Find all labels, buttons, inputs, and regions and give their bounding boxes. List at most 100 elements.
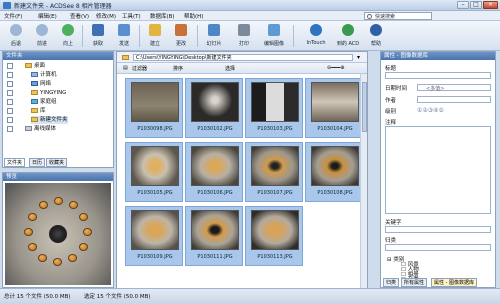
send-icon	[118, 24, 130, 36]
help-button[interactable]: 帮助	[362, 22, 390, 50]
keywords-field[interactable]	[385, 226, 491, 233]
thumbnail-item[interactable]: P1030109.JPG	[125, 206, 183, 266]
menu-view[interactable]: 查看(V)	[70, 12, 89, 20]
checkbox[interactable]	[7, 117, 13, 123]
thumbnail-item[interactable]: P1030113.JPG	[245, 206, 303, 266]
thumbnail-item[interactable]: P1030103.JPG	[245, 78, 303, 138]
menu-tools[interactable]: 工具(T)	[122, 12, 141, 20]
intouch-button[interactable]: InTouch	[302, 22, 330, 50]
preview-nut	[83, 228, 92, 236]
menu-help[interactable]: 帮助(H)	[184, 12, 203, 20]
create-button[interactable]: 建立	[141, 22, 169, 50]
help-icon	[370, 24, 382, 36]
change-icon	[175, 24, 187, 36]
file-list-pane: C:\Users\YINGYING\Desktop\新建文件夹 ▾ ▤ 过滤器 …	[116, 51, 368, 288]
tab-calendar[interactable]: 日历	[29, 158, 46, 167]
categories-tree: ⊟ 类别 ☐ 风景 ☐ 人物 ☐ 相册 ☐ 杂类	[387, 255, 491, 283]
tab-all-properties[interactable]: 所有属性	[401, 278, 428, 287]
forward-arrow-icon	[36, 24, 48, 36]
select-button[interactable]: 选择	[225, 65, 235, 72]
scrollbar-thumb[interactable]	[362, 82, 367, 132]
back-button[interactable]: 后退	[2, 22, 30, 50]
acquire-button[interactable]: 获取	[84, 22, 112, 50]
forward-button[interactable]: 前进	[28, 22, 56, 50]
preview-nut	[28, 213, 37, 221]
status-selected: 选定 15 个文件 (50.0 MB)	[84, 294, 151, 300]
thumbnail-image	[191, 210, 239, 250]
checkbox[interactable]	[7, 72, 13, 78]
filter-button[interactable]: 过滤器	[132, 65, 147, 72]
app-window: 新建文件夹 - ACDSee 8 相片管理器 – □ × 文件(F) 编辑(E)…	[0, 0, 500, 304]
preview-nut	[79, 213, 88, 221]
sort-button[interactable]: 排序	[173, 65, 183, 72]
preview-nut	[28, 243, 37, 251]
menu-edit[interactable]: 编辑(E)	[38, 12, 57, 20]
thumbnail-item[interactable]: P1030105.JPG	[125, 142, 183, 202]
edit-image-button[interactable]: 编辑图像	[260, 22, 288, 50]
toolbar-separator	[197, 25, 198, 47]
close-button[interactable]: ×	[483, 1, 498, 9]
edit-image-icon	[268, 24, 280, 36]
title-field[interactable]	[385, 72, 491, 79]
printer-icon	[238, 24, 250, 36]
preview-nut	[69, 201, 78, 209]
checkbox[interactable]	[7, 81, 13, 87]
acd-button[interactable]: 到的 ACD	[334, 22, 362, 50]
globe-icon	[342, 24, 354, 36]
path-field[interactable]: C:\Users\YINGYING\Desktop\新建文件夹	[133, 54, 353, 61]
properties-header: 属性 - 图像数据库	[381, 52, 495, 60]
offline-media-icon	[25, 126, 32, 131]
thumbnail-item[interactable]: P1030107.JPG	[245, 142, 303, 202]
slideshow-button[interactable]: 幻灯片	[200, 22, 228, 50]
checkbox[interactable]	[7, 108, 13, 114]
datetime-field[interactable]: <多值>	[417, 84, 491, 92]
preview-nut	[24, 228, 33, 236]
folder-pane-header: 文件夹	[3, 52, 113, 60]
label-rating: 级别	[385, 109, 397, 115]
minimize-button[interactable]: –	[457, 1, 469, 9]
preview-nut	[79, 243, 88, 251]
author-field[interactable]	[417, 96, 491, 103]
tab-favorites[interactable]: 收藏夹	[46, 158, 68, 167]
thumbnail-image	[191, 82, 239, 122]
tab-folders[interactable]: 文件夹	[4, 158, 26, 167]
menu-database[interactable]: 数据库(B)	[150, 12, 175, 20]
status-bar: 总计 15 个文件 (50.0 MB) 选定 15 个文件 (50.0 MB)	[0, 288, 500, 304]
thumbnail-item[interactable]: P1030111.JPG	[185, 206, 243, 266]
checkbox[interactable]	[7, 90, 13, 96]
thumbnail-item[interactable]: P1030098.JPG	[125, 78, 183, 138]
chevron-down-icon[interactable]: ▾	[357, 54, 360, 61]
vertical-scrollbar[interactable]	[360, 74, 367, 288]
maximize-button[interactable]: □	[470, 1, 482, 9]
thumbnail-image	[131, 210, 179, 250]
print-button[interactable]: 打印	[230, 22, 258, 50]
up-button[interactable]: 向上	[54, 22, 82, 50]
thumbnail-item[interactable]: P1030106.JPG	[185, 142, 243, 202]
slideshow-icon	[208, 24, 220, 36]
categories-field[interactable]	[385, 244, 491, 251]
thumbnail-item[interactable]: P1030108.JPG	[305, 142, 363, 202]
checkbox[interactable]	[7, 99, 13, 105]
homegroup-icon	[31, 99, 38, 104]
thumbnail-item[interactable]: P1030104.JPG	[305, 78, 363, 138]
folder-pane: 文件夹 桌面 计算机 网络 YINGYING 家庭组 库 新建文件夹 离线媒体	[2, 51, 114, 168]
thumbnail-image	[311, 82, 359, 122]
quick-search-box[interactable]: 快速搜索	[364, 12, 432, 20]
tab-categories[interactable]: 归类	[383, 278, 400, 287]
menu-file[interactable]: 文件(F)	[4, 12, 22, 20]
label-keywords: 关键字	[385, 220, 402, 226]
checkbox[interactable]	[7, 63, 13, 69]
rating-selector[interactable]: ①②③④⑤	[417, 107, 444, 114]
menu-modify[interactable]: 修改(M)	[96, 12, 116, 20]
toolbar-separator	[139, 25, 140, 47]
label-categories: 归类	[385, 238, 397, 244]
thumbnail-item[interactable]: P1030102.JPG	[185, 78, 243, 138]
notes-field[interactable]	[385, 126, 491, 214]
tab-image-database[interactable]: 属性 - 图像数据库	[431, 278, 477, 287]
send-button[interactable]: 发送	[110, 22, 138, 50]
checkbox[interactable]	[7, 126, 13, 132]
change-button[interactable]: 更改	[167, 22, 195, 50]
preview-nut	[39, 201, 48, 209]
zoom-slider[interactable]: ⊖━━━⊕	[327, 65, 344, 71]
create-icon	[149, 24, 161, 36]
